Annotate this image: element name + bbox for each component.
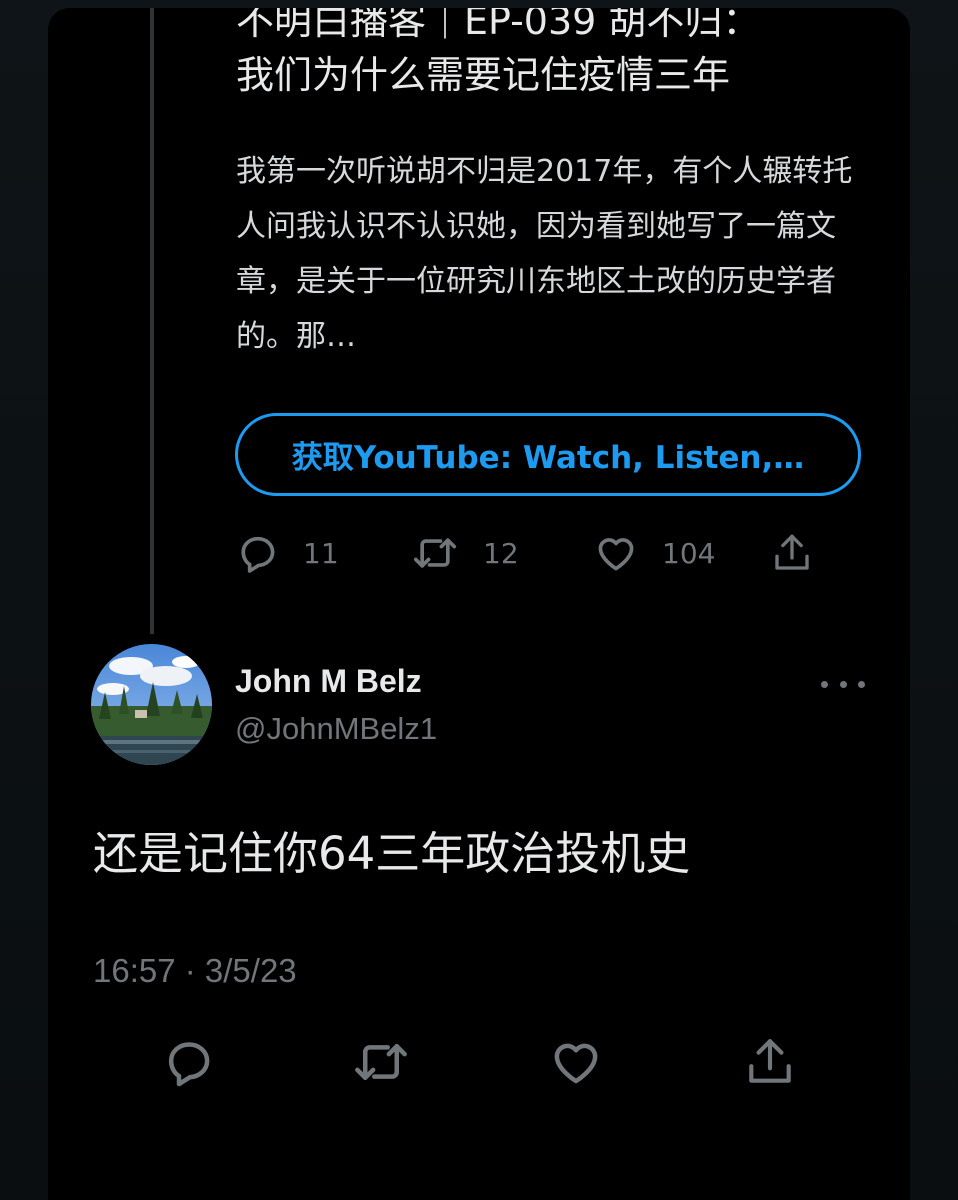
youtube-link-button[interactable]: 获取YouTube: Watch, Listen,… xyxy=(235,413,861,496)
reply-count: 11 xyxy=(303,536,339,570)
more-dot xyxy=(839,680,847,688)
reply-stat[interactable]: 11 xyxy=(235,530,339,576)
quoted-tweet-stats: 11 12 104 xyxy=(235,530,835,576)
quoted-title-line-1: 不明白播客｜EP-039 胡不归： xyxy=(236,8,761,43)
quoted-tweet-body: 我第一次听说胡不归是2017年，有个人辗转托人问我认识不认识她，因为看到她写了一… xyxy=(236,154,853,354)
more-icon[interactable] xyxy=(821,672,865,696)
reply-author-name[interactable]: John M Belz xyxy=(235,663,422,700)
like-count: 104 xyxy=(662,536,716,570)
heart-icon xyxy=(549,1035,603,1093)
youtube-link-label: 获取YouTube: Watch, Listen,… xyxy=(291,440,805,476)
more-dot xyxy=(821,680,828,688)
retweet-icon xyxy=(411,531,459,575)
app-background: 不明白播客｜EP-039 胡不归： 我们为什么需要记住疫情三年 我第一次听说胡不… xyxy=(0,0,958,1200)
reply-icon xyxy=(235,531,279,575)
reply-icon xyxy=(161,1035,215,1093)
more-dot xyxy=(858,680,865,688)
heart-icon xyxy=(594,531,638,575)
retweet-button[interactable] xyxy=(353,1036,409,1092)
avatar-landscape-image xyxy=(91,644,212,765)
thread-connector-line xyxy=(150,8,154,634)
retweet-count: 12 xyxy=(483,536,519,570)
avatar[interactable] xyxy=(91,644,212,765)
share-button[interactable] xyxy=(742,1036,798,1092)
reply-text: 还是记住你64三年政治投机史 xyxy=(93,827,691,880)
retweet-stat[interactable]: 12 xyxy=(411,530,519,576)
like-stat[interactable]: 104 xyxy=(594,530,715,576)
reply-timestamp[interactable]: 16:57 · 3/5/23 xyxy=(93,952,297,990)
share-icon xyxy=(772,531,812,575)
share-icon xyxy=(745,1035,795,1093)
retweet-icon xyxy=(351,1035,411,1093)
tweet-thread-card: 不明白播客｜EP-039 胡不归： 我们为什么需要记住疫情三年 我第一次听说胡不… xyxy=(48,8,910,1200)
like-button[interactable] xyxy=(548,1036,604,1092)
reply-button[interactable] xyxy=(160,1036,216,1092)
reply-author-handle[interactable]: @JohnMBelz1 xyxy=(235,711,437,747)
quoted-tweet-title[interactable]: 不明白播客｜EP-039 胡不归： 我们为什么需要记住疫情三年 xyxy=(236,8,876,102)
share-stat[interactable] xyxy=(772,530,812,576)
quoted-title-line-2: 我们为什么需要记住疫情三年 xyxy=(236,53,731,97)
